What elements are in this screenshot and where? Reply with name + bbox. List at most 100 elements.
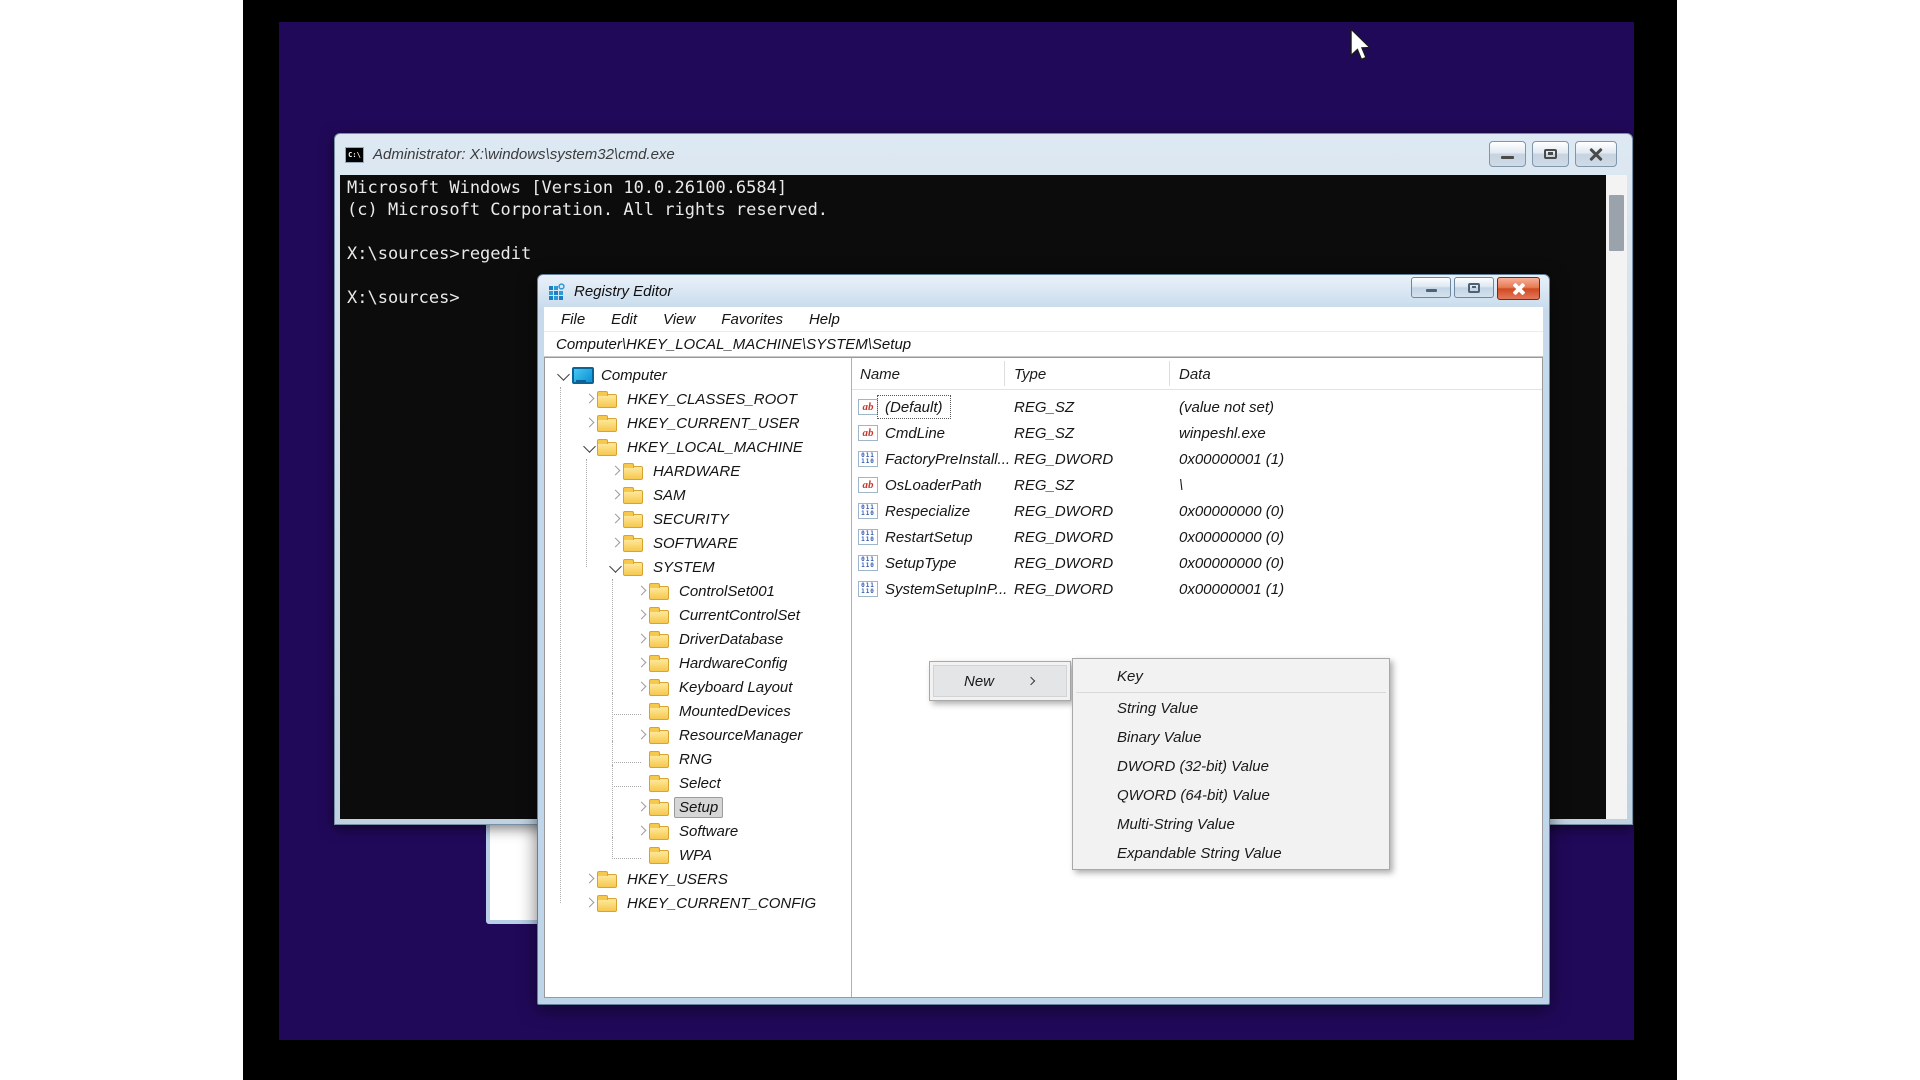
cmd-minimize-button[interactable]	[1489, 141, 1526, 167]
cmd-scrollbar[interactable]	[1606, 175, 1627, 819]
tree-item-software[interactable]: Software	[545, 819, 851, 843]
regedit-titlebar[interactable]: Registry Editor	[538, 275, 1549, 307]
submenu-item-qword-64-bit-value[interactable]: QWORD (64-bit) Value	[1073, 781, 1389, 810]
column-header-name[interactable]: Name	[860, 358, 900, 390]
registry-tree-pane[interactable]: Computer HKEY_CLASSES_ROOT HKEY_CURRENT_US…	[545, 358, 851, 997]
menubar-item-edit[interactable]: Edit	[598, 311, 650, 328]
column-resize-handle[interactable]	[1004, 361, 1005, 386]
value-name: SystemSetupInP...	[878, 578, 1014, 600]
tree-expander-icon[interactable]	[633, 607, 649, 623]
cmd-scrollbar-thumb[interactable]	[1609, 195, 1624, 251]
tree-item-driverdatabase[interactable]: DriverDatabase	[545, 627, 851, 651]
tree-item-resourcemanager[interactable]: ResourceManager	[545, 723, 851, 747]
regedit-close-button[interactable]	[1497, 277, 1540, 300]
tree-item-wpa[interactable]: WPA	[545, 843, 851, 867]
regedit-minimize-button[interactable]	[1411, 277, 1451, 298]
value-row-osloaderpath[interactable]: abOsLoaderPathREG_SZ\	[852, 472, 1542, 498]
value-row-factorypreinstall[interactable]: 011110FactoryPreInstall...REG_DWORD0x000…	[852, 446, 1542, 472]
tree-item-security[interactable]: SECURITY	[545, 507, 851, 531]
tree-item-hardware[interactable]: HARDWARE	[545, 459, 851, 483]
tree-expander-icon[interactable]	[581, 391, 597, 407]
tree-expander-icon[interactable]	[633, 631, 649, 647]
value-row-default[interactable]: ab(Default)REG_SZ(value not set)	[852, 394, 1542, 420]
submenu-item-multi-string-value[interactable]: Multi-String Value	[1073, 810, 1389, 839]
tree-expander-icon[interactable]	[607, 511, 623, 527]
value-row-systemsetupinp[interactable]: 011110SystemSetupInP...REG_DWORD0x000000…	[852, 576, 1542, 602]
value-name: SetupType	[878, 552, 963, 574]
tree-item-currentcontrolset[interactable]: CurrentControlSet	[545, 603, 851, 627]
tree-item-setup[interactable]: Setup	[545, 795, 851, 819]
menubar-item-favorites[interactable]: Favorites	[708, 311, 796, 328]
tree-item-label: RNG	[675, 750, 716, 769]
tree-item-mounteddevices[interactable]: MountedDevices	[545, 699, 851, 723]
tree-item-hardwareconfig[interactable]: HardwareConfig	[545, 651, 851, 675]
tree-item-keyboard-layout[interactable]: Keyboard Layout	[545, 675, 851, 699]
tree-expander-icon[interactable]	[607, 487, 623, 503]
cmd-titlebar[interactable]: C:\ Administrator: X:\windows\system32\c…	[335, 134, 1632, 175]
tree-expander-icon[interactable]	[607, 559, 623, 575]
computer-icon	[571, 367, 591, 384]
value-data: 0x00000001 (1)	[1179, 576, 1284, 602]
console-line: X:\sources>regedit	[347, 243, 1601, 265]
regedit-window-controls	[1411, 277, 1540, 300]
tree-item-hkey-current-config[interactable]: HKEY_CURRENT_CONFIG	[545, 891, 851, 915]
context-menu-item-new[interactable]: New	[933, 665, 1067, 697]
submenu-item-dword-32-bit-value[interactable]: DWORD (32-bit) Value	[1073, 752, 1389, 781]
tree-item-rng[interactable]: RNG	[545, 747, 851, 771]
tree-item-label: Software	[675, 822, 742, 841]
value-row-respecialize[interactable]: 011110RespecializeREG_DWORD0x00000000 (0…	[852, 498, 1542, 524]
tree-item-label: SOFTWARE	[649, 534, 742, 553]
console-line: (c) Microsoft Corporation. All rights re…	[347, 199, 1601, 221]
cmd-close-button[interactable]	[1575, 141, 1617, 167]
menubar-item-help[interactable]: Help	[796, 311, 853, 328]
tree-expander-icon[interactable]	[633, 583, 649, 599]
submenu-item-key[interactable]: Key	[1073, 661, 1389, 692]
column-header-type[interactable]: Type	[1014, 358, 1046, 390]
submenu-item-binary-value[interactable]: Binary Value	[1073, 723, 1389, 752]
menubar-item-file[interactable]: File	[548, 311, 598, 328]
tree-item-controlset001[interactable]: ControlSet001	[545, 579, 851, 603]
cmd-maximize-button[interactable]	[1532, 141, 1569, 167]
tree-item-select[interactable]: Select	[545, 771, 851, 795]
tree-connector	[633, 847, 649, 863]
tree-expander-icon[interactable]	[607, 535, 623, 551]
value-row-setuptype[interactable]: 011110SetupTypeREG_DWORD0x00000000 (0)	[852, 550, 1542, 576]
tree-item-label: MountedDevices	[675, 702, 795, 721]
tree-item-software[interactable]: SOFTWARE	[545, 531, 851, 555]
regedit-maximize-button[interactable]	[1454, 277, 1494, 298]
regedit-address-bar[interactable]: Computer\HKEY_LOCAL_MACHINE\SYSTEM\Setup	[544, 332, 1543, 357]
tree-expander-icon[interactable]	[581, 439, 597, 455]
value-name: Respecialize	[878, 500, 977, 522]
value-type: REG_DWORD	[1014, 446, 1113, 472]
column-header-data[interactable]: Data	[1179, 358, 1211, 390]
tree-item-hkey-classes-root[interactable]: HKEY_CLASSES_ROOT	[545, 387, 851, 411]
value-row-restartsetup[interactable]: 011110RestartSetupREG_DWORD0x00000000 (0…	[852, 524, 1542, 550]
tree-item-hkey-users[interactable]: HKEY_USERS	[545, 867, 851, 891]
tree-expander-icon[interactable]	[581, 871, 597, 887]
tree-expander-icon[interactable]	[581, 895, 597, 911]
menu-separator	[1076, 692, 1386, 693]
tree-item-sam[interactable]: SAM	[545, 483, 851, 507]
tree-expander-icon[interactable]	[633, 655, 649, 671]
context-menu-new: New	[929, 661, 1071, 701]
tree-expander-icon[interactable]	[607, 463, 623, 479]
folder-icon	[649, 730, 669, 744]
tree-item-system[interactable]: SYSTEM	[545, 555, 851, 579]
submenu-item-string-value[interactable]: String Value	[1073, 694, 1389, 723]
submenu-item-expandable-string-value[interactable]: Expandable String Value	[1073, 839, 1389, 868]
registry-path: Computer\HKEY_LOCAL_MACHINE\SYSTEM\Setup	[556, 336, 911, 353]
menubar-item-view[interactable]: View	[650, 311, 708, 328]
minimize-icon	[1426, 289, 1437, 292]
tree-expander-icon[interactable]	[555, 367, 571, 383]
tree-item-label: SAM	[649, 486, 690, 505]
value-row-cmdline[interactable]: abCmdLineREG_SZwinpeshl.exe	[852, 420, 1542, 446]
tree-expander-icon[interactable]	[581, 415, 597, 431]
folder-icon	[597, 394, 617, 408]
tree-item-hkey-current-user[interactable]: HKEY_CURRENT_USER	[545, 411, 851, 435]
tree-item-computer[interactable]: Computer	[545, 363, 851, 387]
tree-expander-icon[interactable]	[633, 799, 649, 815]
tree-item-hkey-local-machine[interactable]: HKEY_LOCAL_MACHINE	[545, 435, 851, 459]
column-resize-handle[interactable]	[1169, 361, 1170, 386]
folder-icon	[623, 490, 643, 504]
tree-item-label: HKEY_CLASSES_ROOT	[623, 390, 801, 409]
